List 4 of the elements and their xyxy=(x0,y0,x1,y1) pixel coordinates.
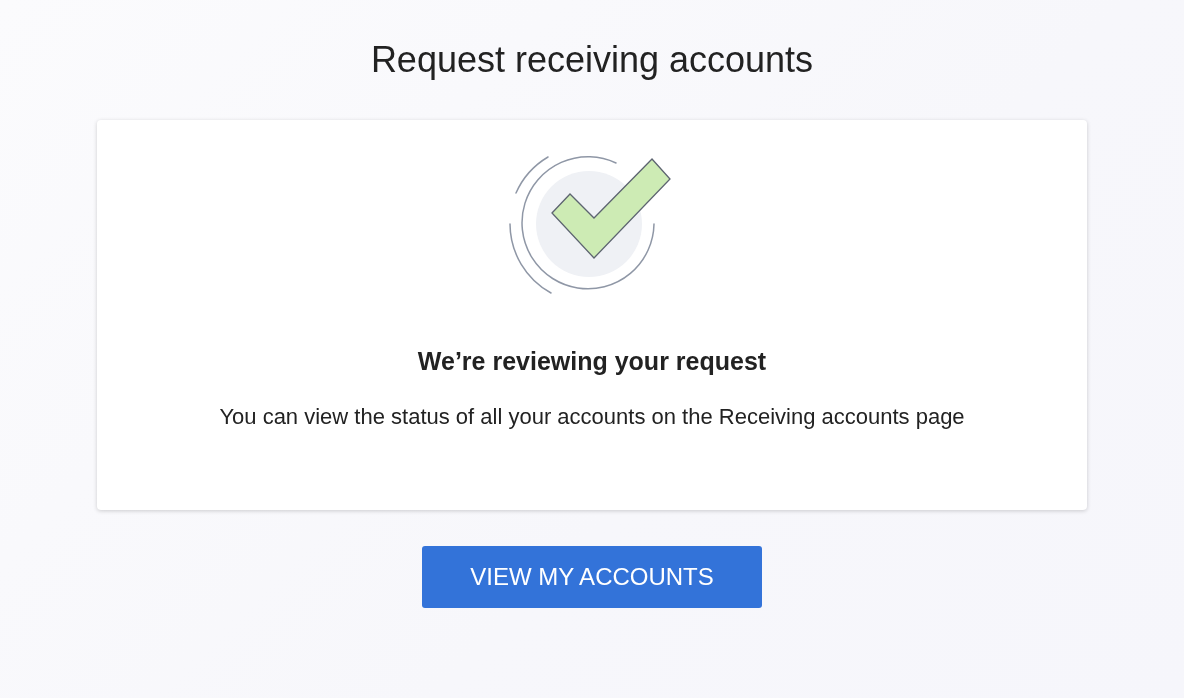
card-heading: We’re reviewing your request xyxy=(417,346,767,376)
card-message: You can view the status of all your accounts on the Receiving accounts page xyxy=(219,403,965,431)
page-title: Request receiving accounts xyxy=(370,38,814,81)
view-accounts-button[interactable]: VIEW MY ACCOUNTS xyxy=(422,546,762,608)
